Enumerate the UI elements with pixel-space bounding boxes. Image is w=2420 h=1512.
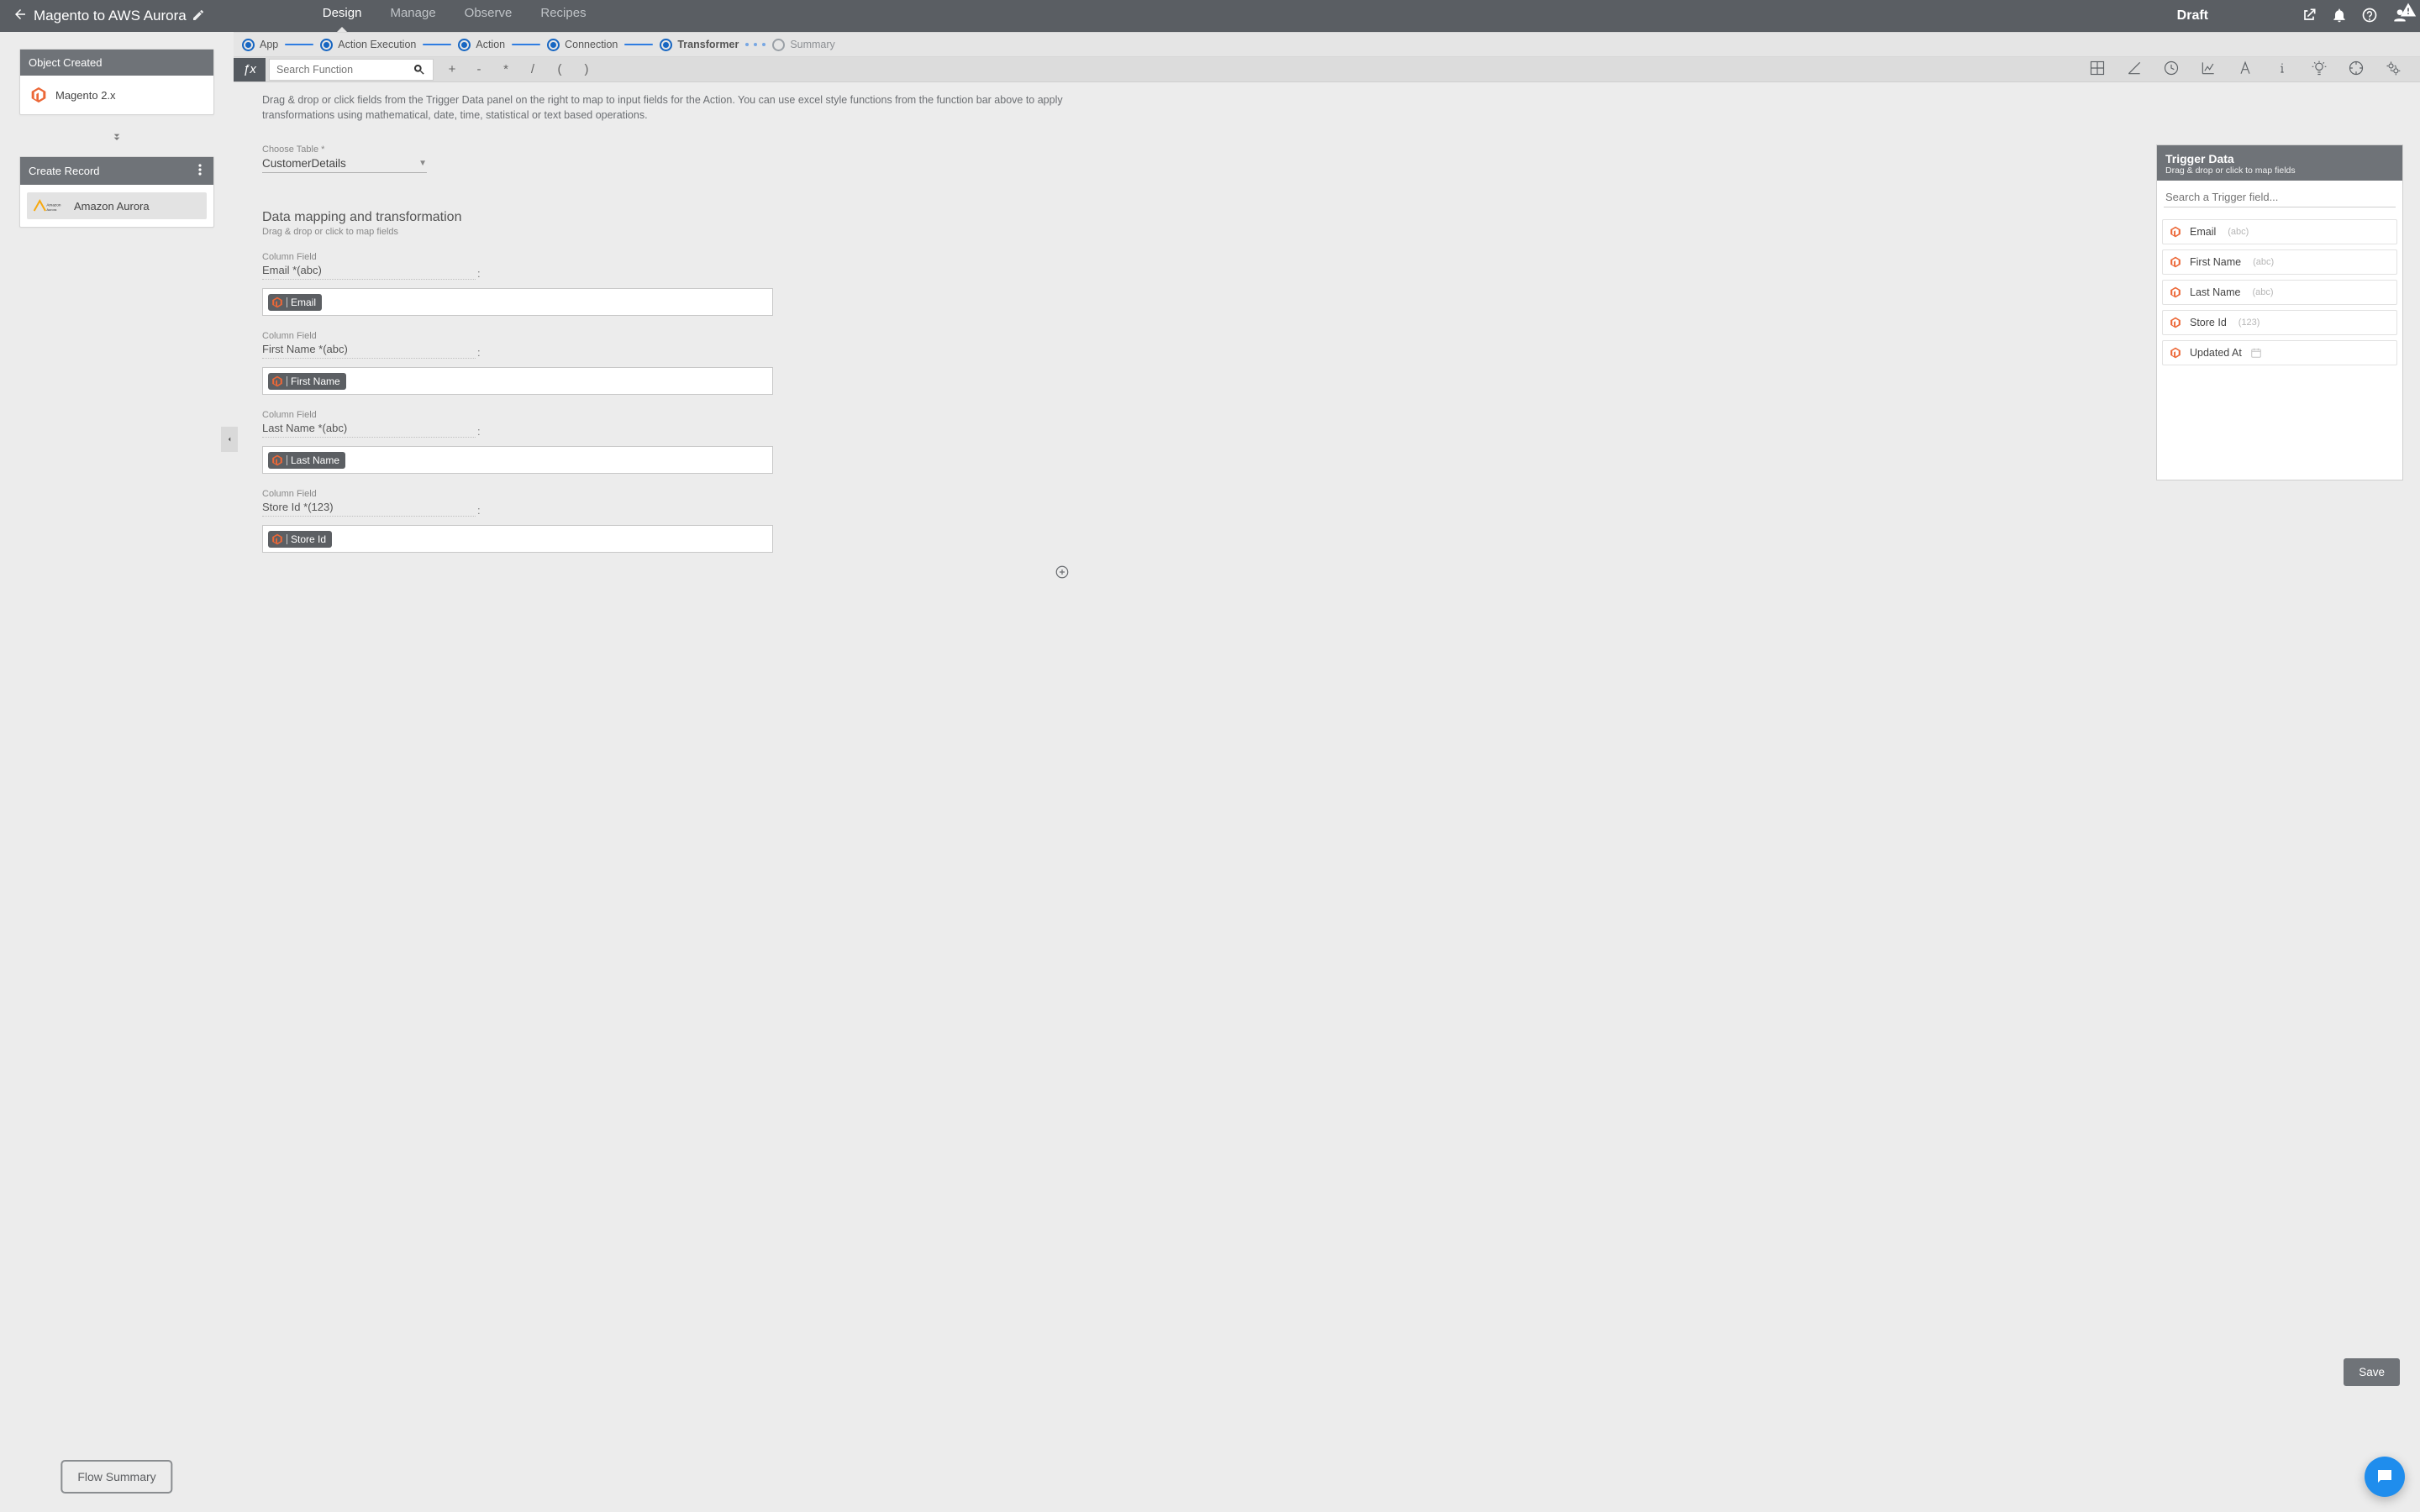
- fx-badge: ƒx: [234, 58, 266, 81]
- field-chip[interactable]: Last Name: [268, 452, 345, 469]
- stats-icon[interactable]: [2200, 60, 2217, 79]
- card-object-created[interactable]: Object Created Magento 2.x: [19, 49, 214, 115]
- alert-badge-icon: [2400, 2, 2417, 21]
- expand-chevron-icon[interactable]: [19, 125, 214, 156]
- card-title: Object Created: [29, 56, 102, 69]
- mapping-field: Column Field Email *(abc) : Email: [262, 252, 850, 316]
- op-div[interactable]: /: [519, 58, 546, 81]
- bulb-icon[interactable]: [2311, 60, 2328, 79]
- magento-icon: [2170, 286, 2181, 298]
- trigger-search-input[interactable]: [2164, 187, 2396, 207]
- save-button[interactable]: Save: [2344, 1358, 2400, 1386]
- tab-manage[interactable]: Manage: [390, 6, 435, 27]
- gears-icon[interactable]: [2385, 60, 2402, 79]
- magento-icon: [2170, 256, 2181, 268]
- op-mult[interactable]: *: [492, 58, 519, 81]
- field-chip[interactable]: Store Id: [268, 531, 332, 548]
- add-field-button[interactable]: [1055, 564, 1070, 582]
- target-icon[interactable]: [2348, 60, 2365, 79]
- card-create-record[interactable]: Create Record Amazon Aurora Amazon Auror…: [19, 156, 214, 228]
- mapping-field: Column Field Last Name *(abc) : Last Nam…: [262, 410, 850, 474]
- field-chip[interactable]: First Name: [268, 373, 346, 390]
- back-arrow[interactable]: [12, 7, 29, 26]
- magento-icon: [30, 87, 47, 103]
- op-minus[interactable]: -: [466, 58, 492, 81]
- choose-table-select[interactable]: CustomerDetails ▼: [262, 155, 427, 173]
- mapping-input[interactable]: Store Id: [262, 525, 773, 553]
- op-plus[interactable]: +: [439, 58, 466, 81]
- step-action-execution[interactable]: Action Execution: [320, 39, 416, 51]
- function-search[interactable]: [269, 59, 434, 81]
- choose-table-label: Choose Table *: [262, 144, 850, 155]
- bell-icon[interactable]: [2331, 7, 2348, 26]
- avatar[interactable]: [2391, 7, 2408, 26]
- step-action[interactable]: Action: [458, 39, 505, 51]
- svg-text:Amazon: Amazon: [46, 203, 60, 207]
- magento-icon: [2170, 317, 2181, 328]
- step-connection[interactable]: Connection: [547, 39, 618, 51]
- mapping-input[interactable]: Last Name: [262, 446, 773, 474]
- card-more-icon[interactable]: [195, 164, 205, 178]
- app-label: Magento 2.x: [55, 89, 116, 102]
- status-badge: Draft: [2177, 8, 2208, 24]
- op-lparen[interactable]: (: [546, 58, 573, 81]
- search-icon[interactable]: [413, 63, 426, 76]
- trigger-item[interactable]: First Name(abc): [2162, 249, 2397, 275]
- trigger-data-panel: Trigger Data Drag & drop or click to map…: [2156, 144, 2403, 480]
- mapping-subtitle: Drag & drop or click to map fields: [262, 227, 850, 237]
- svg-text:Aurora: Aurora: [46, 207, 57, 212]
- angle-icon[interactable]: [2126, 60, 2143, 79]
- trigger-item[interactable]: Updated At: [2162, 340, 2397, 365]
- trigger-subtitle: Drag & drop or click to map fields: [2165, 165, 2394, 176]
- calendar-icon: [2250, 347, 2262, 359]
- trigger-item[interactable]: Store Id(123): [2162, 310, 2397, 335]
- mapping-title: Data mapping and transformation: [262, 210, 850, 225]
- math-grid-icon[interactable]: [2089, 60, 2106, 79]
- aurora-icon: Amazon Aurora: [32, 198, 66, 213]
- op-rparen[interactable]: ): [573, 58, 600, 81]
- function-search-input[interactable]: [276, 64, 413, 76]
- info-icon[interactable]: [2274, 60, 2291, 79]
- trigger-item[interactable]: Last Name(abc): [2162, 280, 2397, 305]
- step-app[interactable]: App: [242, 39, 278, 51]
- mapping-input[interactable]: Email: [262, 288, 773, 316]
- clock-icon[interactable]: [2163, 60, 2180, 79]
- collapse-left-panel[interactable]: [221, 427, 238, 452]
- magento-icon: [271, 297, 283, 308]
- app-label: Amazon Aurora: [74, 200, 150, 213]
- tab-recipes[interactable]: Recipes: [540, 6, 586, 27]
- mapping-input[interactable]: First Name: [262, 367, 773, 395]
- edit-title-icon[interactable]: [192, 8, 205, 24]
- help-icon[interactable]: [2361, 7, 2378, 26]
- helper-text: Drag & drop or click fields from the Tri…: [234, 91, 1107, 123]
- flow-summary-button[interactable]: Flow Summary: [60, 1460, 172, 1494]
- step-transformer[interactable]: Transformer: [660, 39, 739, 51]
- field-chip[interactable]: Email: [268, 294, 322, 311]
- trigger-item[interactable]: Email(abc): [2162, 219, 2397, 244]
- mapping-field: Column Field Store Id *(123) : Store Id: [262, 489, 850, 553]
- magento-icon: [2170, 226, 2181, 238]
- step-tracker: App Action Execution Action Connection T…: [234, 32, 2420, 57]
- step-summary[interactable]: Summary: [772, 39, 834, 51]
- magento-icon: [271, 533, 283, 545]
- trigger-title: Trigger Data: [2165, 152, 2394, 165]
- tab-design[interactable]: Design: [323, 6, 362, 27]
- magento-icon: [271, 454, 283, 466]
- magento-icon: [2170, 347, 2181, 359]
- chevron-down-icon: ▼: [418, 159, 427, 168]
- card-title: Create Record: [29, 165, 100, 177]
- tab-observe[interactable]: Observe: [465, 6, 513, 27]
- mapping-field: Column Field First Name *(abc) : First N…: [262, 331, 850, 395]
- text-icon[interactable]: [2237, 60, 2254, 79]
- open-external-icon[interactable]: [2301, 7, 2317, 26]
- chat-fab[interactable]: [2365, 1457, 2405, 1497]
- page-title: Magento to AWS Aurora: [34, 8, 187, 24]
- magento-icon: [271, 375, 283, 387]
